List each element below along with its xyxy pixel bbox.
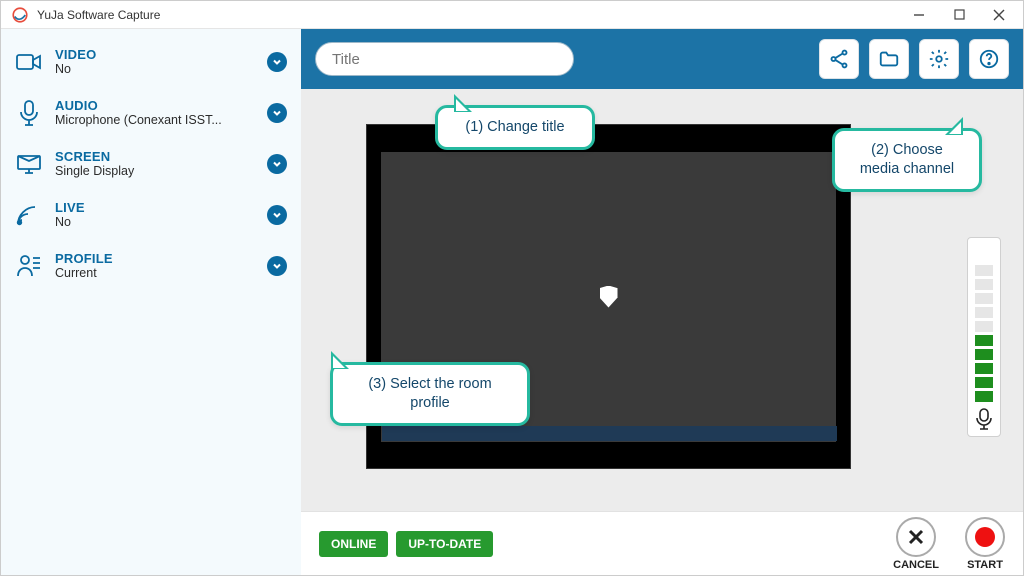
help-button[interactable] (969, 39, 1009, 79)
audio-level-meter (967, 237, 1001, 437)
sidebar-item-value: No (55, 62, 255, 76)
footer-bar: ONLINE UP-TO-DATE CANCEL START (301, 511, 1023, 575)
maximize-button[interactable] (939, 1, 979, 29)
callout-room-profile: (3) Select the room profile (330, 362, 530, 426)
app-window: YuJa Software Capture VIDEONo AUDIOMicro… (0, 0, 1024, 576)
start-button[interactable]: START (965, 517, 1005, 571)
callout-media-channel: (2) Choose media channel (832, 128, 982, 192)
folder-button[interactable] (869, 39, 909, 79)
minimize-button[interactable] (899, 1, 939, 29)
chevron-down-icon[interactable] (267, 205, 287, 225)
title-bar: YuJa Software Capture (1, 1, 1023, 29)
sidebar-item-live[interactable]: LIVENo (15, 200, 287, 229)
sidebar-item-value: No (55, 215, 255, 229)
sidebar-item-screen[interactable]: SCREENSingle Display (15, 149, 287, 178)
video-icon (15, 48, 43, 76)
sidebar-item-label: PROFILE (55, 251, 255, 266)
start-label: START (967, 559, 1003, 571)
cancel-button[interactable]: CANCEL (893, 517, 939, 571)
chevron-down-icon[interactable] (267, 256, 287, 276)
chevron-down-icon[interactable] (267, 52, 287, 72)
sidebar-item-audio[interactable]: AUDIOMicrophone (Conexant ISST... (15, 98, 287, 127)
sidebar-item-value: Microphone (Conexant ISST... (55, 113, 255, 127)
sidebar-item-video[interactable]: VIDEONo (15, 47, 287, 76)
main-area: ONLINE UP-TO-DATE CANCEL START (301, 29, 1023, 575)
settings-button[interactable] (919, 39, 959, 79)
sidebar-item-value: Current (55, 266, 255, 280)
sidebar-item-profile[interactable]: PROFILECurrent (15, 251, 287, 280)
chevron-down-icon[interactable] (267, 154, 287, 174)
sidebar: VIDEONo AUDIOMicrophone (Conexant ISST..… (1, 29, 301, 575)
app-logo-icon (11, 6, 29, 24)
sidebar-item-label: VIDEO (55, 47, 255, 62)
sidebar-item-label: LIVE (55, 200, 255, 215)
top-toolbar (301, 29, 1023, 89)
online-status-badge: ONLINE (319, 531, 388, 557)
profile-icon (15, 252, 43, 280)
broadcast-icon (15, 201, 43, 229)
cancel-label: CANCEL (893, 559, 939, 571)
update-status-badge: UP-TO-DATE (396, 531, 493, 557)
screen-icon (15, 150, 43, 178)
sidebar-item-label: SCREEN (55, 149, 255, 164)
microphone-icon (975, 408, 993, 430)
share-button[interactable] (819, 39, 859, 79)
microphone-icon (15, 99, 43, 127)
chevron-down-icon[interactable] (267, 103, 287, 123)
taskbar-preview (382, 426, 837, 441)
sidebar-item-label: AUDIO (55, 98, 255, 113)
window-title: YuJa Software Capture (37, 8, 899, 22)
meter-bars (975, 244, 993, 402)
shield-icon (600, 286, 618, 308)
close-button[interactable] (979, 1, 1019, 29)
title-input[interactable] (315, 42, 574, 76)
callout-change-title: (1) Change title (435, 105, 595, 150)
record-icon (975, 527, 995, 547)
sidebar-item-value: Single Display (55, 164, 255, 178)
